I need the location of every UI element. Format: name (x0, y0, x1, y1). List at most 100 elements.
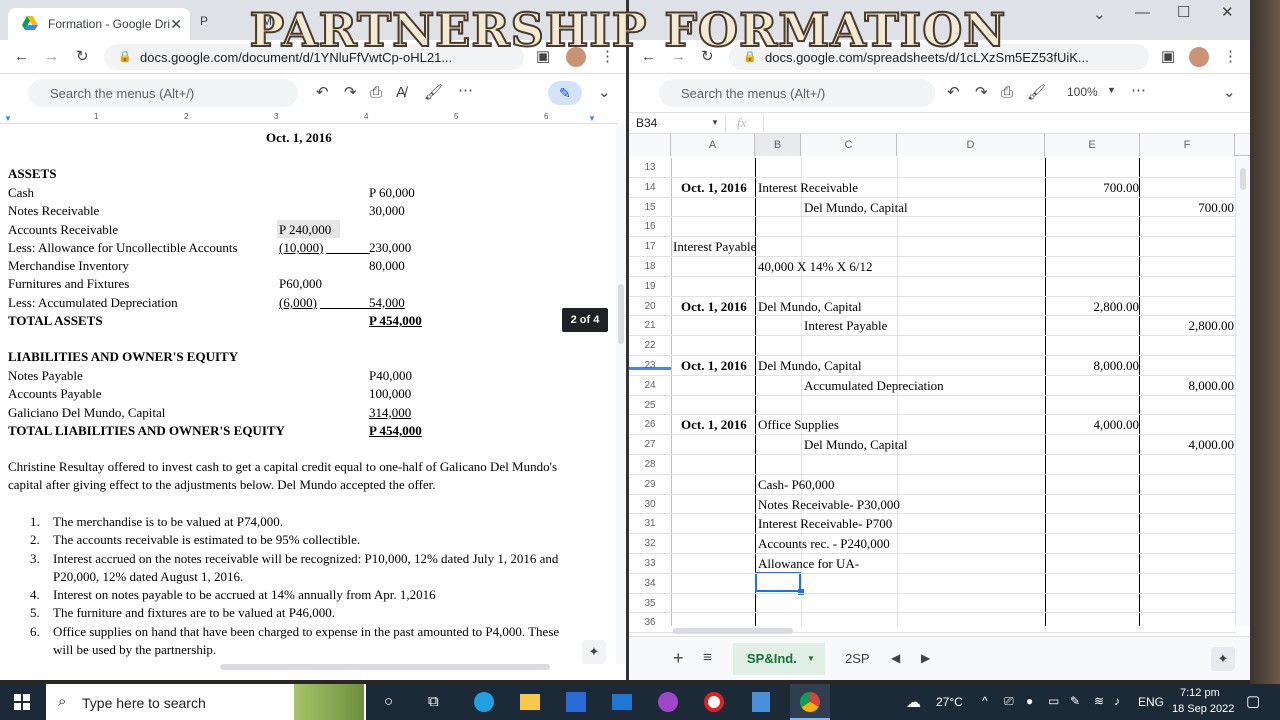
right-indent-marker-icon[interactable]: ▼ (588, 114, 596, 123)
cell-f-row-21[interactable]: 2,800.00 (1189, 318, 1235, 334)
back-arrow-icon[interactable]: ← (14, 48, 29, 66)
print-icon[interactable]: ⎙ (370, 84, 382, 102)
row-number[interactable]: 20 (629, 301, 671, 312)
profile-avatar[interactable] (1189, 47, 1209, 67)
weather-temperature[interactable]: 27°C (936, 695, 963, 709)
undo-icon[interactable]: ↶ (316, 84, 329, 102)
explore-icon[interactable]: ✦ (1211, 647, 1235, 671)
meet-now-icon[interactable]: ⎚ (1004, 694, 1014, 709)
selected-cell-b34[interactable] (755, 572, 801, 592)
volume-icon[interactable]: ♪ (1114, 694, 1120, 708)
row-number[interactable]: 18 (629, 261, 671, 272)
cell-a-row-26[interactable]: Oct. 1, 2016 (681, 417, 747, 433)
wifi-icon[interactable]: ≋ (1094, 694, 1104, 708)
cell-c-row-15[interactable]: Del Mundo, Capital (804, 200, 908, 216)
row-number[interactable]: 14 (629, 182, 671, 193)
more-options-icon[interactable]: ⋯ (458, 82, 473, 100)
mail-icon[interactable] (612, 694, 632, 710)
paint-format-icon[interactable]: 🖌 (424, 84, 443, 102)
row-number[interactable]: 32 (629, 538, 671, 549)
sheet-tab-dropdown-icon[interactable]: ▼ (807, 654, 815, 663)
language-indicator[interactable]: ENG (1138, 695, 1164, 709)
search-menus-input[interactable]: Search the menus (Alt+/) (659, 79, 935, 107)
row-number[interactable]: 31 (629, 518, 671, 529)
undo-icon[interactable]: ↶ (947, 84, 960, 102)
row-number[interactable]: 16 (629, 221, 671, 232)
show-hidden-icons-chevron-icon[interactable]: ^ (982, 694, 988, 708)
clock-time[interactable]: 7:12 pm (1180, 687, 1220, 699)
spellcheck-icon[interactable]: A̸ (396, 84, 406, 102)
column-header-b[interactable]: B (755, 134, 801, 156)
close-tab-icon[interactable]: ✕ (170, 16, 182, 33)
microsoft-store-icon[interactable] (566, 692, 586, 712)
left-indent-marker-icon[interactable]: ▼ (4, 114, 12, 123)
cell-c-row-21[interactable]: Interest Payable (804, 318, 887, 334)
redo-icon[interactable]: ↷ (344, 84, 357, 102)
cell-b-row-23[interactable]: Del Mundo, Capital (758, 358, 862, 374)
collapse-chevron-icon[interactable]: ⌄ (598, 84, 611, 102)
more-options-icon[interactable]: ⋯ (1131, 82, 1146, 100)
redo-icon[interactable]: ↷ (975, 84, 988, 102)
cell-f-row-27[interactable]: 4,000.00 (1189, 437, 1235, 453)
task-view-icon[interactable]: ⧉ (428, 693, 439, 710)
cell-f-row-24[interactable]: 8,000.00 (1189, 378, 1235, 394)
microphone-icon[interactable]: ● (1026, 694, 1033, 708)
row-number[interactable]: 21 (629, 320, 671, 331)
vertical-scrollbar[interactable] (616, 124, 626, 664)
cell-b-row-33[interactable]: Allowance for UA- (758, 556, 859, 572)
paint-format-icon[interactable]: 🖌 (1027, 84, 1046, 102)
sheet-tab-active[interactable]: SP&Ind. ▼ (733, 643, 825, 675)
ruler[interactable]: ▼ 1 2 3 4 5 6 ▼ (0, 112, 618, 124)
editing-mode-pencil-icon[interactable]: ✎ (548, 81, 582, 105)
cell-e-row-23[interactable]: 8,000.00 (1094, 358, 1140, 374)
name-box-dropdown-icon[interactable]: ▼ (711, 118, 719, 127)
cell-f-row-15[interactable]: 700.00 (1198, 200, 1234, 216)
scrollbar-thumb[interactable] (618, 284, 624, 344)
pen-icon[interactable]: ✎ (1070, 694, 1080, 708)
sheet-tab-2sp[interactable]: 2SP (845, 651, 870, 666)
column-header-e[interactable]: E (1045, 134, 1140, 156)
cell-b-row-32[interactable]: Accounts rec. - P240,000 (758, 536, 890, 552)
search-menus-input[interactable]: Search the menus (Alt+/) (28, 79, 298, 107)
notifications-icon[interactable]: ▢ (1246, 692, 1260, 710)
print-icon[interactable]: ⎙ (1001, 84, 1013, 102)
select-all-corner[interactable] (629, 134, 671, 156)
row-number[interactable]: 29 (629, 479, 671, 490)
row-number[interactable]: 22 (629, 340, 671, 351)
grid-horizontal-scrollbar[interactable] (673, 628, 793, 634)
app-icon[interactable] (658, 692, 678, 712)
cell-c-row-27[interactable]: Del Mundo, Capital (804, 437, 908, 453)
cell-b-row-14[interactable]: Interest Receivable (758, 180, 858, 196)
cell-b-row-18[interactable]: 40,000 X 14% X 6/12 (758, 259, 872, 275)
cell-b-row-30[interactable]: Notes Receivable- P30,000 (758, 497, 900, 513)
extensions-icon[interactable]: ▣ (1161, 48, 1175, 66)
column-header-d[interactable]: D (897, 134, 1045, 156)
row-number[interactable]: 30 (629, 499, 671, 510)
cell-e-row-14[interactable]: 700.00 (1103, 180, 1139, 196)
cell-e-row-26[interactable]: 4,000.00 (1094, 417, 1140, 433)
row-number[interactable]: 23 (629, 360, 671, 371)
close-window-icon[interactable]: ✕ (1221, 4, 1234, 22)
zoom-select[interactable]: 100% (1067, 85, 1098, 99)
column-header-f[interactable]: F (1140, 134, 1235, 156)
collapse-chevron-icon[interactable]: ⌄ (1223, 84, 1236, 102)
cell-b-row-31[interactable]: Interest Receivable- P700 (758, 516, 892, 532)
row-number[interactable]: 24 (629, 380, 671, 391)
zoom-dropdown-icon[interactable]: ▼ (1107, 85, 1116, 95)
formula-input[interactable] (769, 115, 1239, 131)
scrollbar-thumb[interactable] (1240, 168, 1246, 190)
cell-b-row-29[interactable]: Cash- P60,000 (758, 477, 835, 493)
record-icon[interactable] (704, 692, 724, 712)
row-number[interactable]: 35 (629, 598, 671, 609)
chrome-taskbar-button[interactable] (790, 684, 830, 720)
cell-c-row-24[interactable]: Accumulated Depreciation (804, 378, 944, 394)
row-number[interactable]: 15 (629, 202, 671, 213)
spreadsheet-grid[interactable]: 13 14 Oct. 1, 2016 Interest Receivable 700.0… (629, 158, 1250, 634)
battery-icon[interactable]: ▭ (1048, 694, 1059, 708)
cell-a-row-14[interactable]: Oct. 1, 2016 (681, 180, 747, 196)
row-number[interactable]: 34 (629, 578, 671, 589)
row-number[interactable]: 33 (629, 558, 671, 569)
add-sheet-icon[interactable]: + (673, 649, 684, 667)
reload-icon[interactable]: ↻ (76, 48, 89, 66)
cell-e-row-20[interactable]: 2,800.00 (1094, 299, 1140, 315)
